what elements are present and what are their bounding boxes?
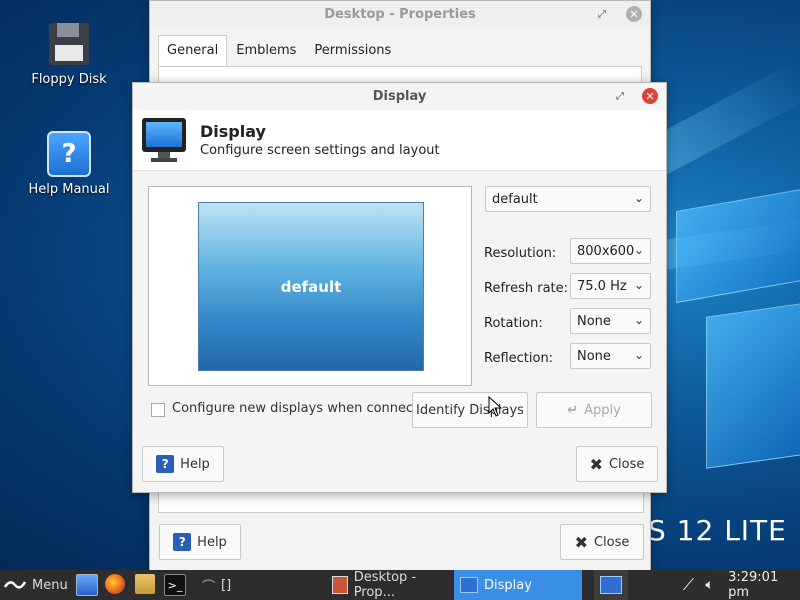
branding-text: S 12 LITE	[648, 514, 787, 547]
floppy-disk-icon	[49, 23, 89, 65]
desktop-icon-help-manual[interactable]: ? Help Manual	[19, 131, 119, 197]
refresh-rate-value: 75.0 Hz	[577, 278, 627, 294]
menu-label: Menu	[32, 577, 68, 593]
firefox-icon[interactable]	[105, 574, 125, 594]
taskbar: Menu >_ ⌒ [] Desktop - Prop... Display ⟋…	[0, 570, 800, 600]
monitor-preview[interactable]: default	[198, 202, 424, 371]
display-app-icon	[460, 577, 478, 593]
rotation-value: None	[577, 313, 611, 329]
identify-displays-label: Identify Displays	[416, 402, 524, 418]
workspace-switcher[interactable]	[594, 570, 628, 600]
display-dialog: Display ⤢ ✕ Display Configure screen set…	[132, 82, 667, 493]
terminal-task[interactable]: ⌒ []	[202, 570, 231, 600]
file-manager-icon[interactable]	[76, 574, 98, 596]
properties-titlebar[interactable]: Desktop - Properties ⤢ ✕	[150, 1, 650, 27]
help-label: Help	[197, 534, 227, 550]
resolution-value: 800x600	[577, 243, 635, 259]
properties-tabs: General Emblems Permissions	[150, 27, 650, 66]
output-select[interactable]: default ⌄	[485, 186, 651, 212]
clock[interactable]: 3:29:01 pm	[728, 570, 800, 600]
menu-button[interactable]: Menu	[4, 570, 68, 600]
terminal-task-label: []	[221, 577, 232, 593]
display-preview: default	[148, 186, 472, 386]
reflection-value: None	[577, 348, 611, 364]
properties-app-icon	[332, 576, 348, 594]
menu-logo-icon	[4, 581, 26, 589]
refresh-rate-label: Refresh rate:	[484, 281, 569, 296]
desktop-icon-label: Floppy Disk	[31, 72, 107, 87]
display-titlebar[interactable]: Display ⤢ ✕	[133, 83, 666, 109]
terminal-glyph-icon: ⌒	[202, 579, 216, 595]
task-display[interactable]: Display	[454, 570, 582, 600]
apply-button[interactable]: ↵ Apply	[536, 392, 652, 428]
window-title: Desktop - Properties	[324, 6, 476, 22]
folder-icon[interactable]	[135, 574, 155, 594]
identify-displays-button[interactable]: Identify Displays	[412, 392, 528, 428]
task-label: Display	[484, 577, 532, 593]
apply-icon: ↵	[567, 402, 579, 418]
workspace-icon	[600, 576, 622, 594]
desktop-icon-floppy-disk[interactable]: Floppy Disk	[19, 22, 119, 87]
configure-new-displays-label: Configure new displays when connected	[172, 401, 435, 416]
display-header: Display Configure screen settings and la…	[133, 110, 666, 171]
task-label: Desktop - Prop...	[353, 570, 417, 600]
help-button[interactable]: ? Help	[142, 446, 224, 482]
reflection-label: Reflection:	[484, 351, 554, 366]
properties-field	[158, 491, 644, 513]
window-logo-pane	[676, 188, 800, 304]
close-icon[interactable]: ✕	[642, 88, 658, 104]
resolution-select[interactable]: 800x600 ⌄	[570, 238, 651, 264]
tab-emblems[interactable]: Emblems	[227, 35, 305, 66]
help-icon: ?	[173, 533, 192, 551]
chevron-down-icon: ⌄	[633, 278, 644, 292]
close-x-icon: ✖	[589, 454, 603, 474]
chevron-down-icon: ⌄	[633, 191, 644, 205]
help-icon: ?	[156, 455, 175, 473]
rotation-select[interactable]: None ⌄	[570, 308, 651, 334]
apply-label: Apply	[584, 402, 621, 418]
volume-icon[interactable]: 🔈︎	[699, 577, 720, 593]
desktop-icon-label: Help Manual	[28, 182, 110, 197]
system-tray: ⟋ 🔈︎ 3:29:01 pm	[678, 570, 800, 600]
window-logo-pane	[706, 303, 800, 469]
close-icon[interactable]: ✕	[626, 6, 642, 22]
resolution-label: Resolution:	[484, 246, 557, 261]
close-label: Close	[593, 534, 630, 550]
maximize-icon[interactable]: ⤢	[594, 6, 610, 22]
help-label: Help	[180, 456, 210, 472]
task-desktop-properties[interactable]: Desktop - Prop...	[326, 570, 452, 600]
close-button[interactable]: ✖ Close	[576, 446, 658, 482]
rotation-label: Rotation:	[484, 316, 543, 331]
window-title: Display	[372, 88, 427, 104]
help-manual-icon: ?	[47, 131, 91, 177]
header-title: Display	[200, 122, 266, 141]
network-icon[interactable]: ⟋	[678, 575, 699, 595]
tab-general[interactable]: General	[158, 35, 228, 66]
monitor-icon	[142, 118, 186, 164]
reflection-select[interactable]: None ⌄	[570, 343, 651, 369]
properties-help-button[interactable]: ? Help	[159, 524, 241, 560]
close-label: Close	[608, 456, 645, 472]
output-select-value: default	[492, 191, 538, 207]
configure-new-displays-checkbox[interactable]	[151, 403, 165, 417]
chevron-down-icon: ⌄	[633, 313, 644, 327]
tab-permissions[interactable]: Permissions	[305, 35, 400, 66]
maximize-icon[interactable]: ⤢	[612, 88, 628, 104]
terminal-icon[interactable]: >_	[164, 574, 186, 596]
properties-close-button[interactable]: ✖ Close	[560, 524, 644, 560]
close-x-icon: ✖	[574, 532, 588, 552]
chevron-down-icon: ⌄	[633, 348, 644, 362]
mouse-cursor-icon	[488, 396, 503, 417]
chevron-down-icon: ⌄	[633, 243, 644, 257]
header-subtitle: Configure screen settings and layout	[200, 143, 440, 158]
refresh-rate-select[interactable]: 75.0 Hz ⌄	[570, 273, 651, 299]
